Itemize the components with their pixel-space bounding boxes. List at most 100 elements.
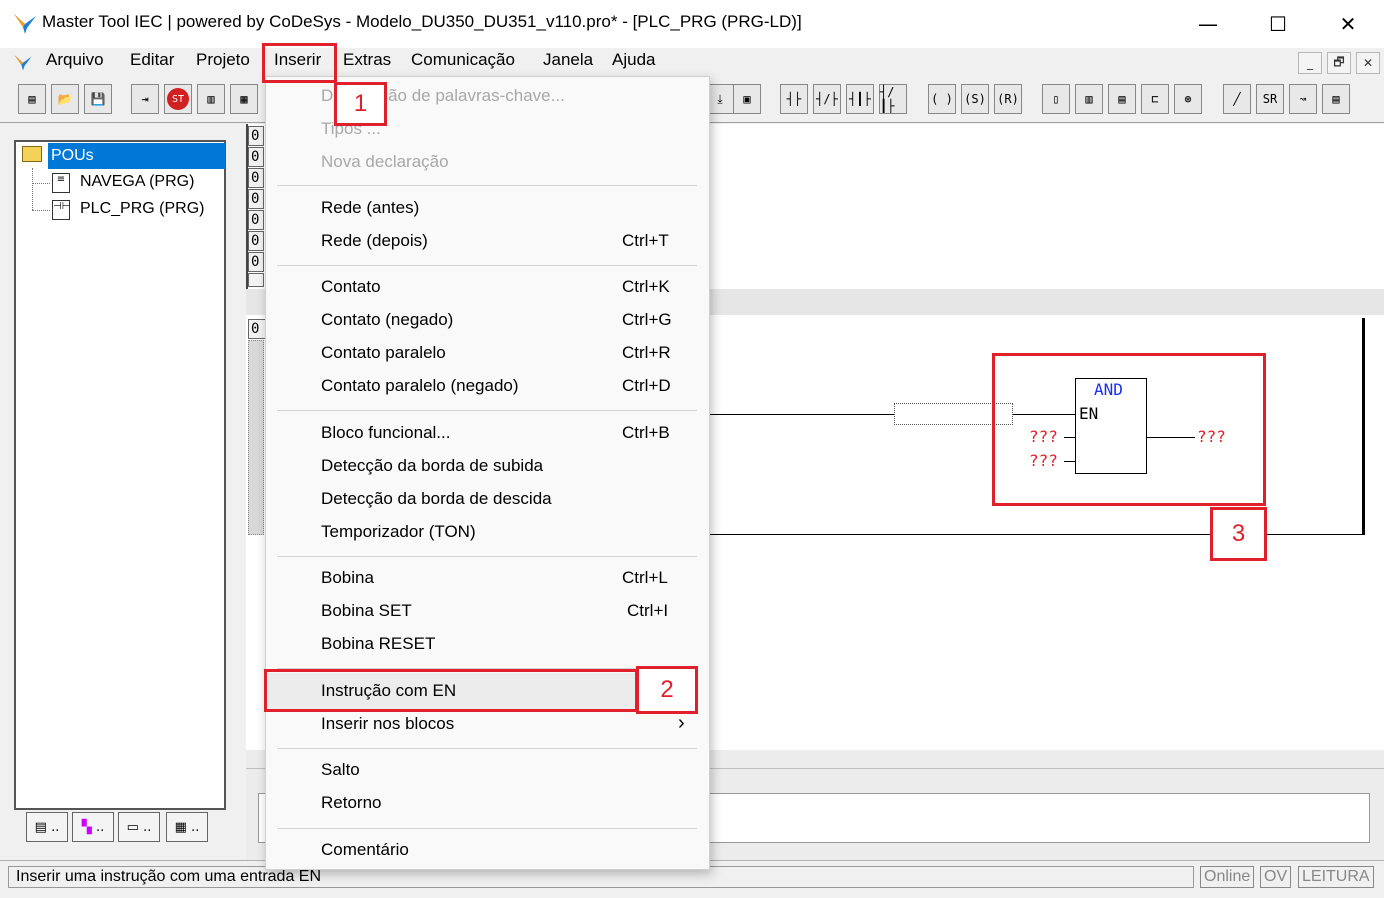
mdi-minimize-button[interactable]: _ — [1298, 52, 1322, 74]
printer-setup-icon[interactable]: ▦ — [230, 84, 258, 114]
box-icon[interactable]: ▯ — [1042, 84, 1070, 114]
menu-item-borda-subida[interactable]: Detecção da borda de subida — [321, 456, 543, 476]
maximize-button[interactable]: ☐ — [1243, 0, 1313, 48]
shortcut-bloco-funcional: Ctrl+B — [622, 423, 670, 442]
tab-pous[interactable]: ▤ .. — [26, 812, 68, 842]
menu-item-comentario[interactable]: Comentário — [321, 840, 409, 860]
network-number: 0 — [248, 319, 266, 339]
folder-icon — [22, 146, 42, 162]
menu-item-bobina-reset[interactable]: Bobina RESET — [321, 634, 435, 654]
menu-item-contato[interactable]: Contato — [321, 277, 381, 297]
timer-icon[interactable]: ⊛ — [1174, 84, 1202, 114]
stop-icon[interactable]: ST — [164, 84, 192, 114]
menu-item-salto[interactable]: Salto — [321, 760, 360, 780]
comment-icon[interactable]: ▤ — [1322, 84, 1350, 114]
network-margin — [248, 340, 264, 535]
callout-3: 3 — [1210, 507, 1267, 561]
highlight-inserir-menu — [262, 43, 337, 83]
menu-item-rede-depois[interactable]: Rede (depois) — [321, 231, 428, 251]
callout-2: 2 — [636, 666, 698, 714]
coil-icon[interactable]: ( ) — [928, 84, 956, 114]
tab-resources[interactable]: ▦ .. — [166, 812, 208, 842]
menu-editar[interactable]: Editar — [130, 50, 174, 70]
visualization-tab-icon: ▭ — [126, 819, 139, 835]
app-menu-icon[interactable] — [12, 52, 34, 72]
menu-item-temporizador-ton[interactable]: Temporizador (TON) — [321, 522, 476, 542]
line-number: 0 — [248, 189, 264, 209]
menu-item-bloco-funcional[interactable]: Bloco funcional... — [321, 423, 450, 443]
tab-resources-label: .. — [191, 819, 200, 835]
rising-edge-icon[interactable]: ⊏ — [1141, 84, 1169, 114]
resources-tab-icon: ▦ — [174, 819, 187, 835]
tab-pous-label: .. — [51, 819, 60, 835]
save-icon[interactable]: 💾 — [84, 84, 112, 114]
highlight-instrucao-com-en — [264, 669, 638, 712]
close-button[interactable]: ✕ — [1313, 0, 1383, 48]
tab-visualizations[interactable]: ▭ .. — [118, 812, 160, 842]
shortcut-contato-negado: Ctrl+G — [622, 310, 672, 329]
line-icon[interactable]: ╱ — [1223, 84, 1251, 114]
status-leitura: LEITURA — [1298, 866, 1374, 888]
menu-item-borda-descida[interactable]: Detecção da borda de descida — [321, 489, 552, 509]
menu-janela[interactable]: Janela — [543, 50, 593, 70]
tab-data-types[interactable]: ▚ .. — [72, 812, 114, 842]
menu-extras[interactable]: Extras — [343, 50, 391, 70]
highlight-and-block — [992, 353, 1266, 506]
shortcut-contato: Ctrl+K — [622, 277, 670, 296]
ld-goto-icon[interactable]: ⤓ — [706, 84, 734, 114]
tree-connector — [32, 168, 34, 210]
tree-item-navega[interactable]: NAVEGA (PRG) — [80, 173, 194, 191]
line-number: 0 — [248, 147, 264, 167]
jump-icon[interactable]: ↝ — [1289, 84, 1317, 114]
menu-item-contato-paralelo[interactable]: Contato paralelo — [321, 343, 446, 363]
menu-comunicacao[interactable]: Comunicação — [411, 50, 515, 70]
contact-icon[interactable]: ┤├ — [780, 84, 808, 114]
status-online: Online — [1200, 866, 1255, 888]
menu-separator — [277, 748, 697, 749]
menu-item-bobina[interactable]: Bobina — [321, 568, 374, 588]
login-icon[interactable]: ⇥ — [131, 84, 159, 114]
menu-ajuda[interactable]: Ajuda — [612, 50, 655, 70]
menu-item-retorno[interactable]: Retorno — [321, 793, 381, 813]
tab-data-types-label: .. — [95, 819, 105, 835]
line-number: 0 — [248, 231, 264, 251]
line-number — [248, 273, 264, 287]
function-block-icon[interactable]: ▤ — [1108, 84, 1136, 114]
menu-item-bobina-set[interactable]: Bobina SET — [321, 601, 412, 621]
contact-negated-icon[interactable]: ┤/├ — [813, 84, 841, 114]
coil-reset-icon[interactable]: (R) — [994, 84, 1022, 114]
menu-item-nova-declaracao[interactable]: Nova declaração — [321, 152, 449, 172]
printer-icon[interactable]: ▥ — [197, 84, 225, 114]
menu-projeto[interactable]: Projeto — [196, 50, 250, 70]
program-icon: ≡ — [52, 173, 70, 193]
ld-program-icon: ⊣⊢ — [52, 200, 70, 220]
app-logo-icon — [14, 14, 36, 34]
line-number: 0 — [248, 168, 264, 188]
box-en-icon[interactable]: ▥ — [1075, 84, 1103, 114]
tab-visualizations-label: .. — [143, 819, 152, 835]
parallel-contact-negated-icon[interactable]: ┤/┃├ — [879, 84, 907, 114]
tree-root-pous[interactable]: POUs — [48, 143, 225, 169]
shortcut-bobina: Ctrl+L — [622, 568, 668, 587]
shortcut-bobina-set: Ctrl+I — [627, 601, 669, 620]
mdi-restore-button[interactable]: 🗗 — [1327, 52, 1351, 74]
new-file-icon[interactable]: ▤ — [18, 84, 46, 114]
shortcut-rede-depois: Ctrl+T — [622, 231, 669, 250]
coil-set-icon[interactable]: (S) — [961, 84, 989, 114]
menu-item-contato-paralelo-negado[interactable]: Contato paralelo (negado) — [321, 376, 519, 396]
parallel-contact-icon[interactable]: ┤┃├ — [846, 84, 874, 114]
line-number: 0 — [248, 252, 264, 272]
menu-item-rede-antes[interactable]: Rede (antes) — [321, 198, 419, 218]
menu-item-inserir-nos-blocos[interactable]: Inserir nos blocos — [321, 714, 454, 734]
object-tree — [14, 140, 226, 810]
open-folder-icon[interactable]: 📂 — [51, 84, 79, 114]
tree-item-plc-prg[interactable]: PLC_PRG (PRG) — [80, 200, 204, 218]
ld-zoom-icon[interactable]: ▣ — [733, 84, 761, 114]
mdi-close-button[interactable]: ✕ — [1356, 52, 1380, 74]
set-reset-icon[interactable]: SR — [1256, 84, 1284, 114]
menu-item-contato-negado[interactable]: Contato (negado) — [321, 310, 453, 330]
menu-arquivo[interactable]: Arquivo — [46, 50, 104, 70]
menu-separator — [277, 556, 697, 557]
minimize-button[interactable]: — — [1173, 0, 1243, 48]
tree-connector — [32, 210, 50, 212]
